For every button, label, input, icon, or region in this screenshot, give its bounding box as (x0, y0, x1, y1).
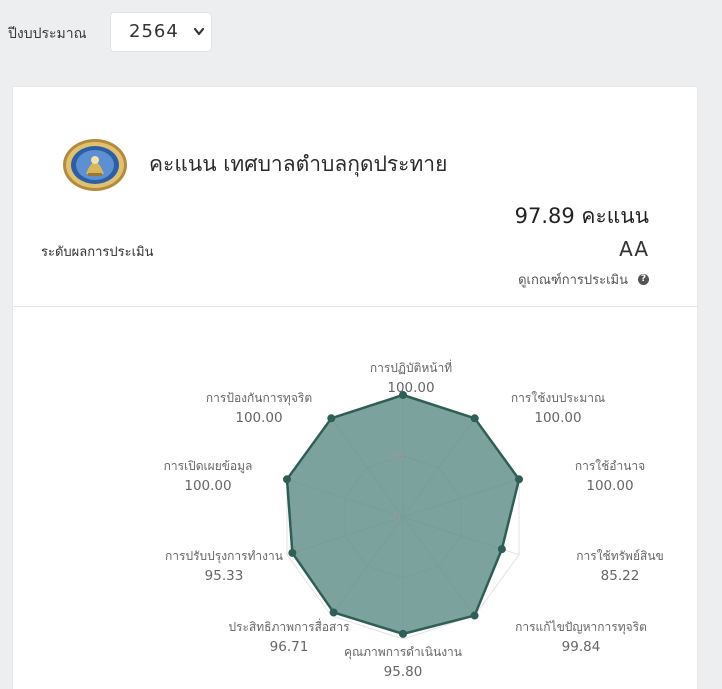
radar-axis-label: การใช้งบประมาณ (511, 391, 605, 405)
radar-value-label: 99.84 (562, 639, 601, 655)
radar-data-area (285, 393, 521, 636)
radar-axis-label: การแก้ไขปัญหาการทุจริต (515, 620, 647, 635)
radar-axis-label: การปฏิบัติหน้าที่ (370, 359, 452, 375)
radar-value-label: 100.00 (387, 380, 434, 396)
radar-value-label: 100.00 (534, 410, 581, 426)
radar-data-point (399, 629, 407, 638)
radar-axis-label: การใช้ทรัพย์สินข (576, 549, 663, 563)
radar-value-label: 96.71 (270, 639, 309, 655)
radar-axis-label: คุณภาพการดำเนินงาน (344, 645, 462, 660)
radar-data-point (497, 545, 506, 554)
radar-value-label: 85.22 (601, 568, 640, 584)
radar-axis-label: ประสิทธิภาพการสื่อสาร (228, 618, 350, 634)
radar-axis-label: การเปิดเผยข้อมูล (164, 459, 253, 474)
radar-tick-label: 0 (394, 511, 401, 524)
radar-value-label: 95.33 (205, 568, 244, 584)
radar-value-label: 100.00 (184, 478, 231, 494)
radar-axis-label: การป้องกันการทุจริต (206, 391, 312, 406)
radar-chart: 0 50 การปฏิบัติหน้าที่ 100.00 การใช้งบประมาณ… (164, 359, 664, 680)
radar-value-label: 100.00 (235, 410, 282, 426)
radar-data-point (282, 475, 291, 484)
radar-value-label: 95.80 (384, 664, 423, 680)
radar-data-point (327, 414, 336, 423)
radar-data-point (288, 548, 297, 557)
radar-tick-label: 50 (390, 450, 404, 463)
radar-axis-label: การปรับปรุงการทำงาน (165, 549, 283, 564)
radar-data-point (470, 414, 479, 423)
radar-data-point (329, 608, 338, 617)
radar-value-label: 100.00 (586, 478, 633, 494)
radar-data-point (470, 611, 479, 620)
radar-axis-label: การใช้อำนาจ (575, 459, 645, 473)
radar-data-point (515, 475, 524, 484)
